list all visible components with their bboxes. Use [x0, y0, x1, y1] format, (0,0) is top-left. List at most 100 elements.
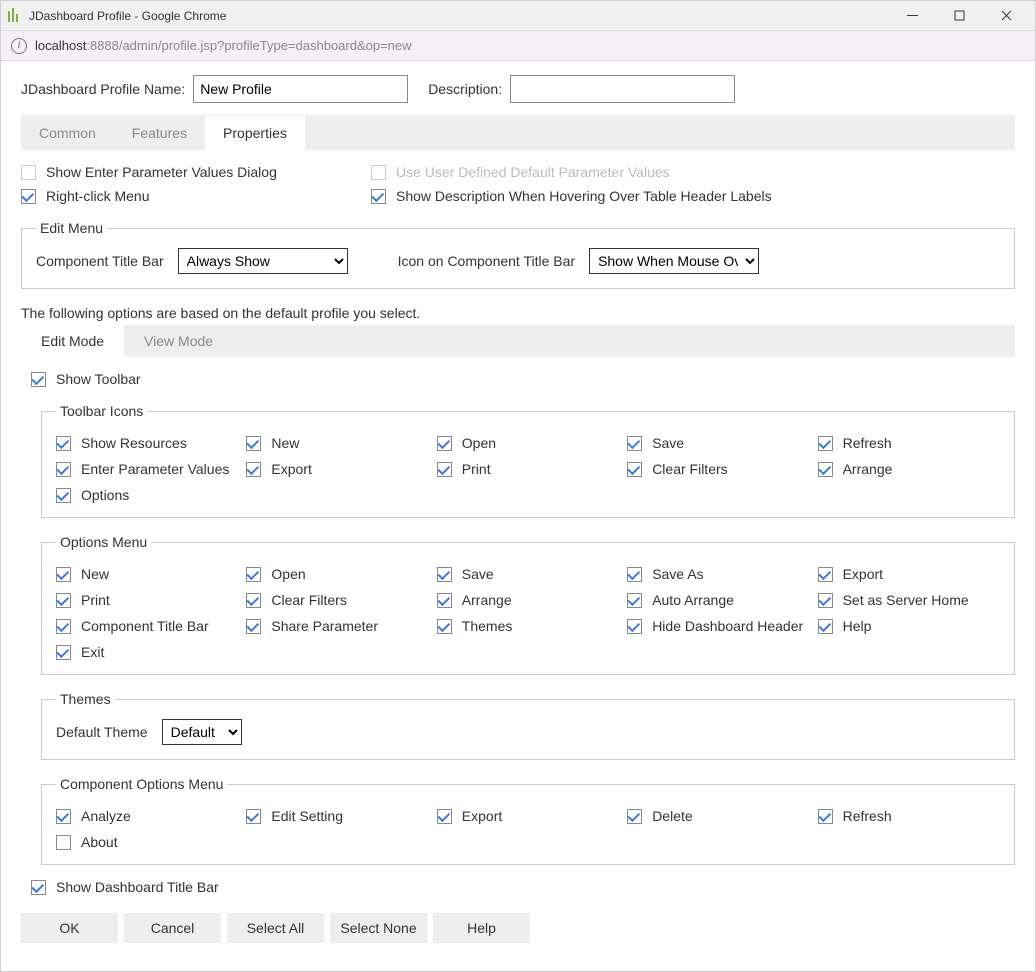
label-show-title-bar: Show Dashboard Title Bar — [56, 879, 219, 895]
checkbox-save[interactable] — [627, 436, 642, 451]
label-export: Export — [462, 808, 502, 824]
checkbox-export[interactable] — [246, 462, 261, 477]
checkbox-save-as[interactable] — [627, 567, 642, 582]
checkbox-show-toolbar[interactable] — [31, 372, 46, 387]
checkbox-options[interactable] — [56, 488, 71, 503]
checkbox-show-title-bar[interactable] — [31, 880, 46, 895]
tab-features[interactable]: Features — [114, 116, 205, 150]
label-arrange: Arrange — [462, 592, 512, 608]
ok-button[interactable]: OK — [21, 913, 118, 943]
checkbox-exit[interactable] — [56, 645, 71, 660]
label-refresh: Refresh — [843, 435, 892, 451]
select-icon-comp-title[interactable]: Show When Mouse Over — [589, 248, 759, 274]
label-clear-filters: Clear Filters — [271, 592, 346, 608]
checkbox-export[interactable] — [818, 567, 833, 582]
label-enter-parameter-values: Enter Parameter Values — [81, 461, 229, 477]
checkbox-arrange[interactable] — [437, 593, 452, 608]
checkbox-show-params[interactable] — [21, 165, 36, 180]
url-path: :8888/admin/profile.jsp?profileType=dash… — [86, 38, 411, 53]
mode-tabs: Edit Mode View Mode — [21, 325, 1015, 357]
checkbox-clear-filters[interactable] — [246, 593, 261, 608]
description-input[interactable] — [510, 75, 735, 103]
option-item-share-parameter: Share Parameter — [246, 618, 428, 634]
checkbox-component-title-bar[interactable] — [56, 619, 71, 634]
checkbox-open[interactable] — [246, 567, 261, 582]
checkbox-arrange[interactable] — [818, 462, 833, 477]
tab-common[interactable]: Common — [21, 116, 114, 150]
label-hide-dashboard-header: Hide Dashboard Header — [652, 618, 803, 634]
main-tabs: Common Features Properties — [21, 115, 1015, 150]
checkbox-open[interactable] — [437, 436, 452, 451]
info-icon[interactable]: i — [11, 38, 27, 54]
close-button[interactable] — [984, 2, 1029, 30]
window-title: JDashboard Profile - Google Chrome — [29, 9, 890, 23]
checkbox-new[interactable] — [246, 436, 261, 451]
url-host: localhost — [35, 38, 86, 53]
option-item-open: Open — [246, 566, 428, 582]
checkbox-enter-parameter-values[interactable] — [56, 462, 71, 477]
label-delete: Delete — [652, 808, 692, 824]
label-save: Save — [462, 566, 494, 582]
cancel-button[interactable]: Cancel — [124, 913, 221, 943]
checkbox-refresh[interactable] — [818, 809, 833, 824]
checkbox-right-click[interactable] — [21, 189, 36, 204]
checkbox-about[interactable] — [56, 835, 71, 850]
checkbox-refresh[interactable] — [818, 436, 833, 451]
checkbox-edit-setting[interactable] — [246, 809, 261, 824]
label-auto-arrange: Auto Arrange — [652, 592, 734, 608]
option-item-edit-setting: Edit Setting — [246, 808, 428, 824]
checkbox-show-desc-hover[interactable] — [371, 189, 386, 204]
checkbox-save[interactable] — [437, 567, 452, 582]
checkbox-export[interactable] — [437, 809, 452, 824]
checkbox-analyze[interactable] — [56, 809, 71, 824]
label-print: Print — [462, 461, 491, 477]
fieldset-comp-options: Component Options Menu AnalyzeEdit Setti… — [41, 776, 1015, 865]
checkbox-share-parameter[interactable] — [246, 619, 261, 634]
address-bar[interactable]: i localhost:8888/admin/profile.jsp?profi… — [1, 31, 1035, 61]
option-item-delete: Delete — [627, 808, 809, 824]
tab-edit-mode[interactable]: Edit Mode — [21, 325, 124, 357]
checkbox-clear-filters[interactable] — [627, 462, 642, 477]
option-item-enter-parameter-values: Enter Parameter Values — [56, 461, 238, 477]
checkbox-delete[interactable] — [627, 809, 642, 824]
option-item-refresh: Refresh — [818, 808, 1000, 824]
checkbox-themes[interactable] — [437, 619, 452, 634]
option-item-print: Print — [437, 461, 619, 477]
option-item-auto-arrange: Auto Arrange — [627, 592, 809, 608]
tab-view-mode[interactable]: View Mode — [124, 325, 233, 357]
label-themes: Themes — [462, 618, 513, 634]
option-item-new: New — [246, 435, 428, 451]
option-item-export: Export — [437, 808, 619, 824]
checkbox-use-defaults — [371, 165, 386, 180]
label-open: Open — [462, 435, 496, 451]
tab-properties[interactable]: Properties — [205, 116, 305, 150]
select-all-button[interactable]: Select All — [227, 913, 324, 943]
checkbox-print[interactable] — [437, 462, 452, 477]
checkbox-auto-arrange[interactable] — [627, 593, 642, 608]
profile-name-input[interactable] — [193, 75, 408, 103]
option-item-export: Export — [818, 566, 1000, 582]
checkbox-help[interactable] — [818, 619, 833, 634]
label-save: Save — [652, 435, 684, 451]
maximize-button[interactable] — [937, 2, 982, 30]
option-item-options: Options — [56, 487, 238, 503]
option-item-open: Open — [437, 435, 619, 451]
label-help: Help — [843, 618, 872, 634]
option-item-export: Export — [246, 461, 428, 477]
checkbox-show-resources[interactable] — [56, 436, 71, 451]
label-about: About — [81, 834, 118, 850]
minimize-button[interactable] — [890, 2, 935, 30]
option-item-about: About — [56, 834, 238, 850]
checkbox-print[interactable] — [56, 593, 71, 608]
select-comp-title-bar[interactable]: Always Show — [178, 248, 348, 274]
checkbox-new[interactable] — [56, 567, 71, 582]
help-button[interactable]: Help — [433, 913, 530, 943]
checkbox-hide-dashboard-header[interactable] — [627, 619, 642, 634]
label-open: Open — [271, 566, 305, 582]
checkbox-set-as-server-home[interactable] — [818, 593, 833, 608]
legend-themes: Themes — [56, 691, 115, 707]
option-item-refresh: Refresh — [818, 435, 1000, 451]
select-none-button[interactable]: Select None — [330, 913, 427, 943]
select-default-theme[interactable]: Default — [162, 719, 242, 745]
legend-toolbar-icons: Toolbar Icons — [56, 403, 147, 419]
